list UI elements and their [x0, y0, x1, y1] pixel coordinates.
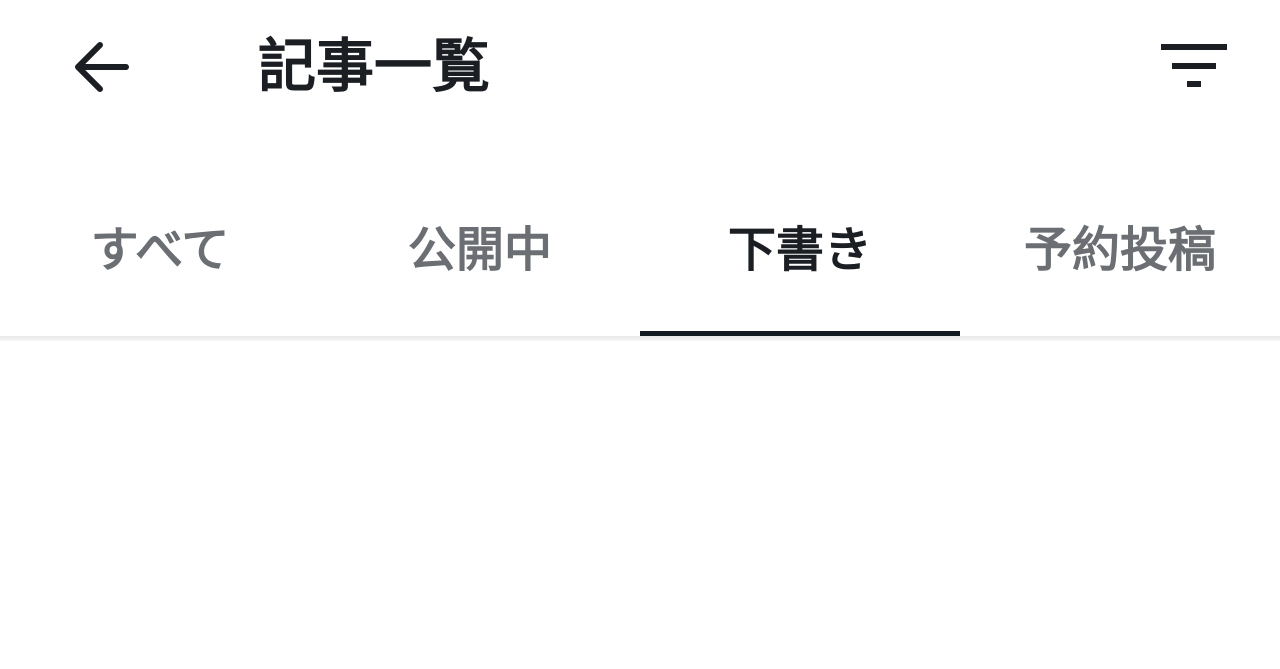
tab-scheduled[interactable]: 予約投稿	[960, 172, 1280, 338]
top-app-bar: 記事一覧	[0, 0, 1280, 134]
filter-button[interactable]	[1148, 22, 1240, 112]
app-screen: 記事一覧 すべて 公開中 下書き 予約投稿	[0, 0, 1280, 669]
tab-label: 予約投稿	[1023, 222, 1216, 278]
page-title: 記事一覧	[258, 32, 491, 100]
tab-all[interactable]: すべて	[0, 172, 320, 338]
article-list	[0, 341, 1280, 669]
filter-icon	[1161, 44, 1227, 87]
tab-label: 下書き	[727, 222, 872, 278]
tab-bar: すべて 公開中 下書き 予約投稿	[0, 172, 1280, 338]
back-button[interactable]	[52, 22, 148, 112]
tab-label: すべて	[90, 222, 230, 278]
arrow-left-icon	[75, 42, 129, 92]
tab-drafts[interactable]: 下書き	[640, 172, 960, 338]
tab-label: 公開中	[407, 222, 552, 278]
tab-published[interactable]: 公開中	[320, 172, 640, 338]
